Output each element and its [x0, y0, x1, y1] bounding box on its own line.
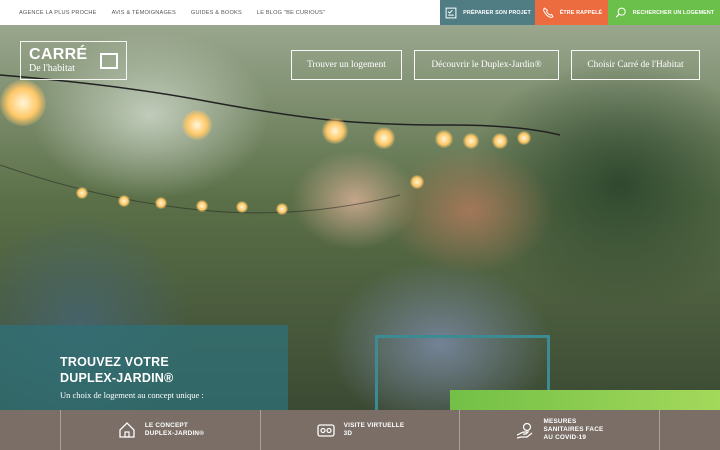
nav-discover-duplex[interactable]: Découvrir le Duplex-Jardin® — [414, 50, 559, 80]
light-bulb — [435, 130, 453, 148]
search-icon — [615, 7, 626, 18]
prepare-project-button[interactable]: PRÉPARER SON PROJET — [440, 0, 535, 25]
light-bulb — [155, 197, 167, 209]
bottom-spacer — [0, 410, 60, 450]
virtual-tour-label-line1: VISITE VIRTUELLE — [343, 422, 405, 430]
link-blog[interactable]: LE BLOG "BE CURIOUS" — [257, 10, 325, 16]
hero-banner: CARRÉ De l'habitat Trouver un logement D… — [0, 25, 720, 410]
light-bulb — [118, 195, 130, 207]
bottom-bar: LE CONCEPT DUPLEX-JARDIN® VISITE VIRTUEL… — [0, 410, 720, 450]
nav-find-housing[interactable]: Trouver un logement — [291, 50, 402, 80]
logo-main-text: CARRÉ — [29, 46, 88, 63]
phone-icon — [542, 6, 554, 18]
light-bulb — [182, 110, 212, 140]
hero-subline: Un choix de logement au concept unique : — [60, 390, 204, 400]
light-bulb — [236, 201, 248, 213]
light-bulb — [492, 133, 508, 149]
nav-choose-carre[interactable]: Choisir Carré de l'Habitat — [571, 50, 700, 80]
virtual-tour-icon — [316, 424, 335, 437]
logo-sub-text: De l'habitat — [29, 63, 75, 74]
light-bulb — [76, 187, 88, 199]
callback-label: ÊTRE RAPPELÉ — [559, 9, 603, 16]
covid-hands-icon — [517, 422, 533, 439]
light-bulb — [410, 175, 424, 189]
link-avis[interactable]: AVIS & TÉMOIGNAGES — [112, 10, 176, 16]
virtual-tour-link[interactable]: VISITE VIRTUELLE 3D — [260, 410, 459, 450]
bottom-spacer — [659, 410, 720, 450]
link-agence[interactable]: AGENCE LA PLUS PROCHE — [19, 10, 97, 16]
hero-headline-line1: TROUVEZ VOTRE — [60, 355, 169, 369]
callback-button[interactable]: ÊTRE RAPPELÉ — [535, 0, 608, 25]
light-bulb — [517, 131, 531, 145]
concept-label-line1: LE CONCEPT — [144, 422, 188, 430]
hero-headline-line2: DUPLEX-JARDIN® — [60, 370, 174, 385]
search-housing-button[interactable]: RECHERCHER UN LOGEMENT — [608, 0, 720, 25]
brand-logo[interactable]: CARRÉ De l'habitat — [20, 41, 127, 80]
top-bar: AGENCE LA PLUS PROCHE AVIS & TÉMOIGNAGES… — [0, 0, 720, 25]
light-bulb — [373, 127, 395, 149]
light-bulb — [322, 118, 348, 144]
covid-label-line3: AU COVID-19 — [543, 433, 587, 441]
light-bulb — [0, 80, 46, 126]
virtual-tour-label-line2: 3D — [343, 430, 353, 437]
covid-label-line1: MESURES — [543, 418, 577, 426]
concept-label-line2: DUPLEX-JARDIN® — [144, 430, 205, 437]
search-housing-label: RECHERCHER UN LOGEMENT — [632, 9, 715, 16]
prepare-project-label: PRÉPARER SON PROJET — [463, 9, 531, 16]
concept-link[interactable]: LE CONCEPT DUPLEX-JARDIN® — [60, 410, 260, 450]
logo-mark-icon — [100, 53, 118, 69]
checklist-icon — [445, 7, 457, 18]
covid-label-line2: SANITAIRES FACE — [543, 426, 604, 434]
covid-measures-link[interactable]: MESURES SANITAIRES FACE AU COVID-19 — [459, 410, 659, 450]
light-bulb — [276, 203, 288, 215]
light-bulb — [196, 200, 208, 212]
light-bulb — [463, 133, 479, 149]
hero-headline: TROUVEZ VOTRE DUPLEX-JARDIN® — [60, 355, 173, 386]
house-icon — [119, 422, 135, 438]
green-accent-strip — [450, 390, 720, 410]
link-guides[interactable]: GUIDES & BOOKS — [191, 10, 242, 16]
top-links: AGENCE LA PLUS PROCHE AVIS & TÉMOIGNAGES… — [0, 0, 440, 25]
